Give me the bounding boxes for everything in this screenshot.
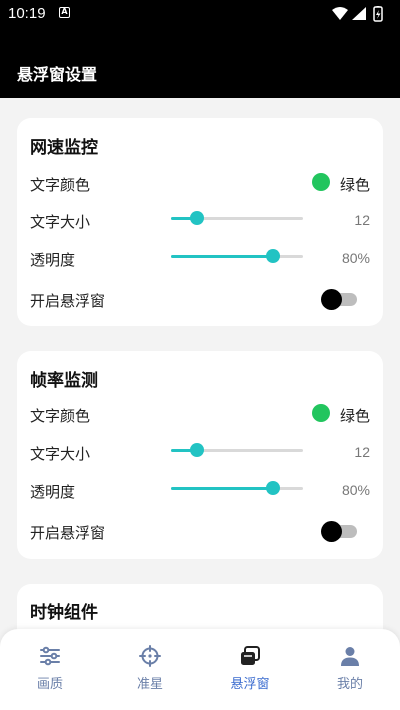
page-title: 悬浮窗设置 [17, 65, 98, 84]
nav-label: 画质 [36, 677, 63, 692]
text-size-value: 12 [354, 212, 370, 228]
text-color-value[interactable]: 绿色 [340, 174, 370, 195]
nav-item-profile[interactable]: 我的 [300, 629, 400, 710]
text-size-value: 12 [354, 444, 370, 460]
text-color-value[interactable]: 绿色 [340, 405, 370, 426]
opacity-value: 80% [341, 482, 370, 498]
text-size-slider[interactable] [171, 442, 303, 460]
text-size-slider[interactable] [171, 210, 303, 228]
color-swatch[interactable] [312, 404, 330, 422]
opacity-value: 80% [341, 250, 370, 266]
opacity-slider[interactable] [171, 480, 303, 498]
floating-window-icon [241, 646, 260, 665]
network-speed-card: 网速监控 文字颜色 绿色 文字大小 12 透明度 80% 开启悬浮窗 [17, 118, 383, 326]
wifi-icon [332, 7, 348, 20]
nav-item-floating-window[interactable]: 悬浮窗 [200, 629, 300, 710]
status-time: 10:19 [8, 5, 46, 22]
person-icon [341, 647, 359, 666]
text-color-label: 文字颜色 [30, 407, 91, 425]
opacity-label: 透明度 [30, 251, 76, 269]
nav-label: 我的 [336, 677, 363, 692]
slider-thumb[interactable] [190, 443, 205, 457]
card-title: 时钟组件 [30, 603, 98, 623]
enable-floating-toggle[interactable] [321, 521, 359, 542]
enable-floating-label: 开启悬浮窗 [30, 292, 106, 310]
slider-thumb[interactable] [265, 249, 280, 263]
slider-thumb[interactable] [190, 211, 205, 225]
card-title: 帧率监测 [30, 371, 98, 391]
crosshair-icon [139, 645, 161, 667]
status-icons [332, 6, 383, 22]
bottom-nav: 画质 准星 悬浮窗 我的 [0, 629, 400, 710]
notification-icon: A [59, 7, 70, 18]
card-title: 网速监控 [30, 138, 98, 158]
opacity-label: 透明度 [30, 483, 76, 501]
nav-item-picture-quality[interactable]: 画质 [0, 629, 100, 710]
text-size-label: 文字大小 [30, 445, 91, 463]
frame-rate-card: 帧率监测 文字颜色 绿色 文字大小 12 透明度 80% 开启悬浮窗 [17, 351, 383, 559]
nav-label: 准星 [136, 677, 163, 692]
settings-content[interactable]: 网速监控 文字颜色 绿色 文字大小 12 透明度 80% 开启悬浮窗 帧率监测 … [0, 98, 400, 710]
enable-floating-toggle[interactable] [321, 289, 359, 310]
nav-label: 悬浮窗 [230, 677, 270, 692]
text-color-label: 文字颜色 [30, 176, 91, 194]
enable-floating-label: 开启悬浮窗 [30, 524, 106, 542]
color-swatch[interactable] [312, 173, 330, 191]
nav-item-crosshair[interactable]: 准星 [100, 629, 200, 710]
sliders-icon [40, 646, 60, 666]
signal-icon [352, 7, 366, 20]
text-size-label: 文字大小 [30, 213, 91, 231]
slider-thumb[interactable] [265, 481, 280, 495]
app-bar: 悬浮窗设置 [0, 28, 400, 98]
opacity-slider[interactable] [171, 248, 303, 266]
status-bar: 10:19 A [0, 0, 400, 28]
